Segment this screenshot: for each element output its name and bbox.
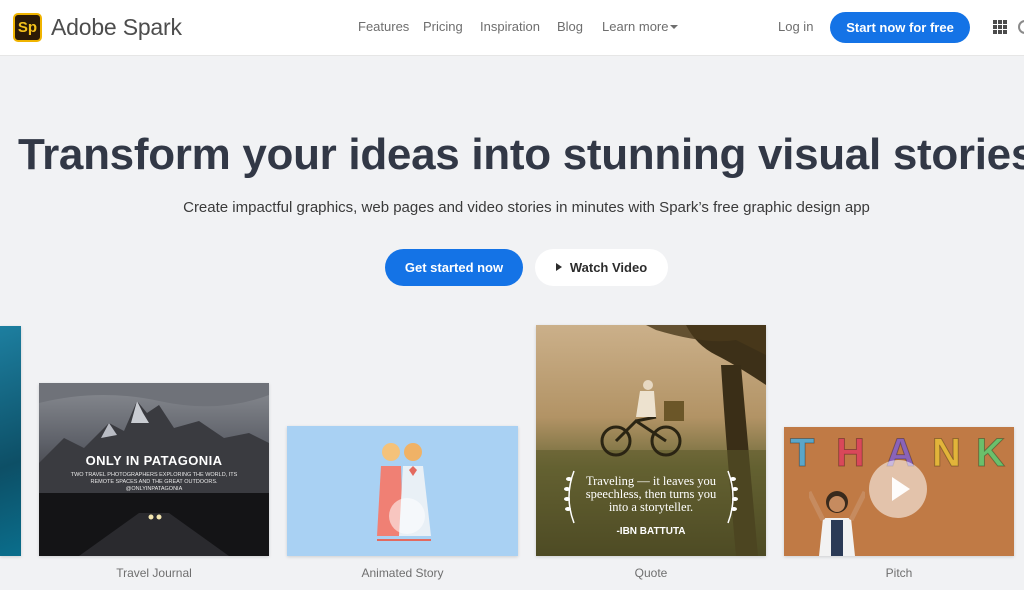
thank-letter-n: N [932,431,962,476]
nav-pricing[interactable]: Pricing [423,19,463,34]
gallery-card-pitch[interactable]: T H A N K [784,427,1014,556]
road-image [39,493,269,556]
nav-inspiration[interactable]: Inspiration [480,19,540,34]
thank-letter-k: K [976,431,1006,476]
card-caption: TWO TRAVEL PHOTOGRAPHERS EXPLORING THE W… [70,472,238,492]
nav-features[interactable]: Features [358,19,409,34]
watch-video-label: Watch Video [569,260,648,275]
brand-name[interactable]: Adobe Spark [51,14,182,41]
nav-learn-more[interactable]: Learn more [602,19,679,34]
user-icon[interactable] [1018,20,1024,34]
quote-text: Traveling — it leaves you speechless, th… [585,474,717,514]
gallery-card-animated-story[interactable] [287,426,518,556]
hero-headline: Transform your ideas into stunning visua… [17,130,1024,179]
card-label-travel-journal[interactable]: Travel Journal [39,566,269,580]
hero-subhead: Create impactful graphics, web pages and… [183,199,870,216]
couple-illustration [377,443,431,541]
login-link[interactable]: Log in [778,19,813,34]
gallery-card-partial[interactable] [0,326,21,556]
laurel-left-icon [564,470,575,524]
play-icon [892,477,910,501]
nav-learn-more-label: Learn more [602,19,669,34]
gallery-card-quote[interactable]: Traveling — it leaves you speechless, th… [536,325,766,556]
play-video-button[interactable] [869,460,927,518]
play-icon [555,263,562,271]
quote-author: -IBN BATTUTA [616,526,686,537]
watch-video-button[interactable]: Watch Video [535,249,668,286]
apps-grid-icon[interactable] [993,20,1007,34]
card-title: ONLY IN PATAGONIA [85,453,223,468]
nav-blog[interactable]: Blog [557,19,583,34]
start-free-button[interactable]: Start now for free [830,12,970,43]
thank-letter-t: T [789,431,815,476]
site-header: Sp Adobe Spark Features Pricing Inspirat… [0,0,1024,56]
child-image [809,490,865,556]
laurel-right-icon [727,470,738,524]
gallery-card-travel-journal[interactable]: ONLY IN PATAGONIA TWO TRAVEL PHOTOGRAPHE… [39,383,269,556]
get-started-button[interactable]: Get started now [385,249,523,286]
card-label-pitch[interactable]: Pitch [784,566,1014,580]
card-label-animated-story[interactable]: Animated Story [287,566,518,580]
thank-letter-h: H [836,431,866,476]
chevron-down-icon [670,25,679,29]
card-label-quote[interactable]: Quote [536,566,766,580]
spark-logo-icon[interactable]: Sp [13,13,42,42]
